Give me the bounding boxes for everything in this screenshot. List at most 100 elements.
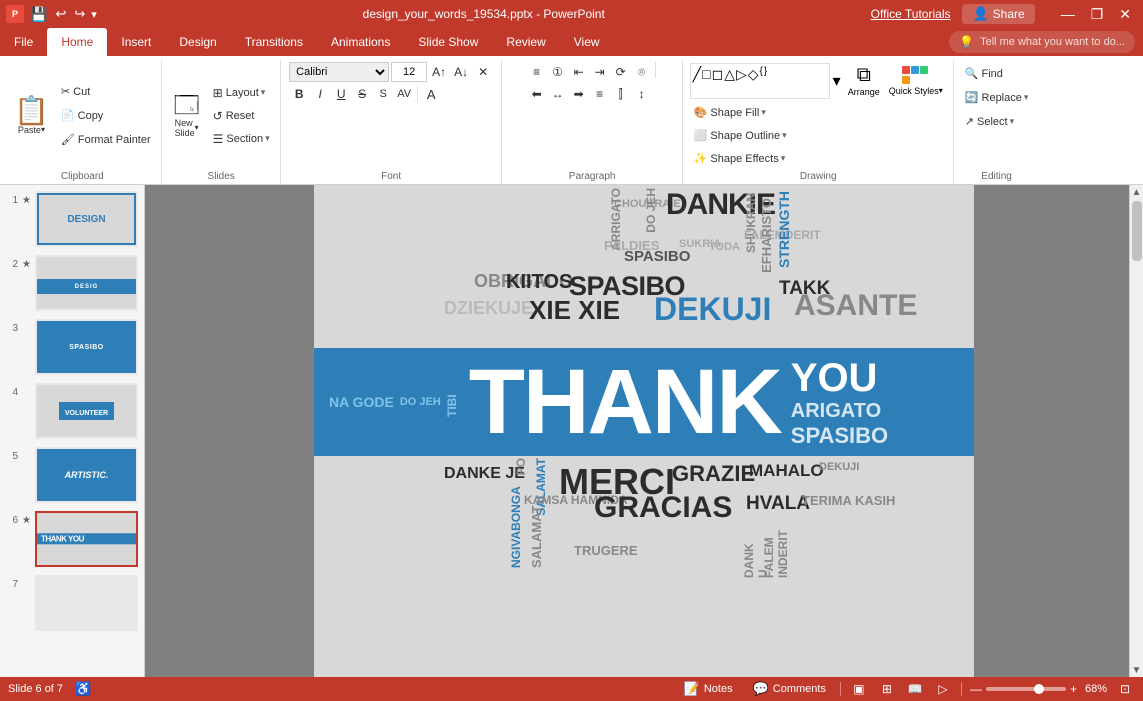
you-word: YOU: [791, 356, 888, 400]
copy-btn[interactable]: 📄 Copy: [57, 105, 155, 127]
replace-btn[interactable]: 🔄 Replace ▾: [961, 86, 1033, 108]
shape-outline-btn[interactable]: ⬜ Shape Outline ▾: [690, 124, 791, 146]
view-slide-sorter-btn[interactable]: ⊞: [877, 679, 897, 699]
scroll-thumb[interactable]: [1132, 201, 1142, 261]
scroll-up-btn[interactable]: ▲: [1130, 185, 1143, 199]
canvas-area: CHOUKRAIE DO JEH ARRIGATO DANKIE SHUKRAN…: [145, 185, 1143, 677]
bullets-btn[interactable]: ≡: [527, 62, 547, 82]
office-tutorials-link[interactable]: Office Tutorials: [871, 7, 951, 21]
find-btn[interactable]: 🔍 Find: [961, 62, 1007, 84]
reset-btn[interactable]: ↺ Reset: [209, 105, 274, 127]
share-btn[interactable]: 👤 Share: [962, 4, 1034, 24]
menu-file[interactable]: File: [0, 28, 47, 56]
fit-to-window-btn[interactable]: ⊡: [1115, 679, 1135, 699]
line-spacing-btn[interactable]: ↕: [632, 84, 652, 104]
increase-font-btn[interactable]: A↑: [429, 62, 449, 82]
menu-slideshow[interactable]: Slide Show: [404, 28, 492, 56]
drawing-label: Drawing: [690, 171, 947, 182]
view-normal-btn[interactable]: ▣: [849, 679, 869, 699]
section-btn[interactable]: ☰ Section ▾: [209, 128, 274, 150]
underline-btn[interactable]: U: [331, 84, 351, 104]
thank-word: THANK: [469, 356, 781, 448]
font-size-input[interactable]: [391, 62, 427, 82]
quick-styles-btn[interactable]: Quick Styles▾: [885, 64, 947, 98]
redo-btn[interactable]: ↪: [72, 6, 87, 22]
slide-thumb-2[interactable]: 2 ★ DESIG: [4, 253, 140, 313]
numbering-btn[interactable]: ①: [548, 62, 568, 82]
new-slide-btn[interactable]: 🗔 NewSlide▾: [169, 92, 205, 140]
paste-btn[interactable]: 📋 Paste▾: [10, 95, 53, 137]
slide-info: Slide 6 of 7: [8, 683, 63, 695]
editing-group: 🔍 Find 🔄 Replace ▾ ↗ Select ▾ Editing: [955, 60, 1039, 184]
cols-btn[interactable]: ⫿: [611, 84, 631, 104]
clipboard-group: 📋 Paste▾ ✂ Cut 📄 Copy 🖌 Format Painter C…: [4, 60, 162, 184]
strikethrough-btn[interactable]: S: [352, 84, 372, 104]
cut-btn[interactable]: ✂ Cut: [57, 81, 155, 103]
view-reading-btn[interactable]: 📖: [905, 679, 925, 699]
notes-btn[interactable]: 📝 Notes: [678, 679, 739, 699]
tell-me-label: Tell me what you want to do...: [980, 36, 1125, 48]
scroll-track[interactable]: [1130, 199, 1143, 663]
slide-thumb-1[interactable]: 1 ★ DESIGN: [4, 189, 140, 249]
text-shadow-btn[interactable]: S: [373, 84, 393, 104]
indent-increase-btn[interactable]: ⇥: [590, 62, 610, 82]
format-painter-btn[interactable]: 🖌 Format Painter: [57, 129, 155, 151]
zoom-control[interactable]: — +: [970, 682, 1077, 696]
font-label: Font: [288, 171, 495, 182]
arrange-btn[interactable]: ⧉ Arrange: [844, 62, 884, 99]
shape-fill-btn[interactable]: 🎨 Shape Fill ▾: [690, 101, 791, 123]
indent-decrease-btn[interactable]: ⇤: [569, 62, 589, 82]
slide-thumb-4[interactable]: 4 ★ VOLUNTEER: [4, 381, 140, 441]
do-jeh: DO JEH: [400, 396, 441, 408]
clear-format-btn[interactable]: ✕: [473, 62, 493, 82]
menu-transitions[interactable]: Transitions: [231, 28, 317, 56]
win-close-btn[interactable]: ✕: [1113, 6, 1137, 23]
shape-effects-btn[interactable]: ✨ Shape Effects ▾: [690, 147, 791, 169]
menu-insert[interactable]: Insert: [107, 28, 165, 56]
status-bar: Slide 6 of 7 ♿ 📝 Notes 💬 Comments ▣ ⊞ 📖 …: [0, 677, 1143, 701]
smartart-btn[interactable]: ⌾: [632, 62, 652, 82]
zoom-percent[interactable]: 68%: [1085, 683, 1107, 695]
undo-btn[interactable]: ↩: [53, 6, 68, 22]
tell-me-input[interactable]: 💡 Tell me what you want to do...: [949, 31, 1135, 53]
italic-btn[interactable]: I: [310, 84, 330, 104]
save-btn[interactable]: 💾: [28, 6, 49, 23]
menu-view[interactable]: View: [560, 28, 614, 56]
paragraph-group: ≡ ① ⇤ ⇥ ⟳ ⌾ ⬅ ↔ ➡ ≡ ⫿ ↕ Paragraph: [503, 60, 683, 184]
menu-home[interactable]: Home: [47, 28, 107, 56]
bold-btn[interactable]: B: [289, 84, 309, 104]
win-minimize-btn[interactable]: —: [1055, 6, 1081, 22]
layout-btn[interactable]: ⊞ Layout ▾: [209, 82, 274, 104]
drawing-group: ╱□◻ △▷◇ {} ▾ ⧉ Arrange: [684, 60, 954, 184]
clipboard-label: Clipboard: [10, 171, 155, 182]
align-left-btn[interactable]: ⬅: [527, 84, 547, 104]
slide-thumb-6[interactable]: 6 ★ THANK YOU: [4, 509, 140, 569]
comments-btn[interactable]: 💬 Comments: [747, 679, 832, 699]
font-color-btn[interactable]: A: [421, 84, 441, 104]
font-family-select[interactable]: Calibri: [289, 62, 389, 82]
slides-label: Slides: [169, 171, 274, 182]
scroll-down-btn[interactable]: ▼: [1130, 663, 1143, 677]
shapes-gallery[interactable]: ╱□◻ △▷◇ {}: [690, 63, 830, 99]
menu-animations[interactable]: Animations: [317, 28, 404, 56]
win-restore-btn[interactable]: ❐: [1085, 6, 1110, 23]
accessibility-icon[interactable]: ♿: [75, 681, 91, 697]
text-direction-btn[interactable]: ⟳: [611, 62, 631, 82]
align-center-btn[interactable]: ↔: [548, 84, 568, 104]
slide-thumb-3[interactable]: 3 ★ SPASIBO: [4, 317, 140, 377]
align-right-btn[interactable]: ➡: [569, 84, 589, 104]
shapes-expand-btn[interactable]: ▾: [831, 69, 843, 93]
menu-review[interactable]: Review: [492, 28, 559, 56]
slide-panel: 1 ★ DESIGN 2 ★ DESIG: [0, 185, 145, 677]
slide-thumb-7[interactable]: 7 ★: [4, 573, 140, 633]
slide-canvas[interactable]: CHOUKRAIE DO JEH ARRIGATO DANKIE SHUKRAN…: [314, 185, 974, 677]
view-slideshow-btn[interactable]: ▷: [933, 679, 953, 699]
select-btn[interactable]: ↗ Select ▾: [961, 110, 1018, 132]
char-space-btn[interactable]: AV: [394, 84, 414, 104]
slide-thumb-5[interactable]: 5 ★ ARTISTIC.: [4, 445, 140, 505]
decrease-font-btn[interactable]: A↓: [451, 62, 471, 82]
menu-design[interactable]: Design: [165, 28, 230, 56]
tibi-vert: TIBI: [445, 387, 459, 417]
customize-btn[interactable]: ▾: [91, 8, 97, 21]
align-justify-btn[interactable]: ≡: [590, 84, 610, 104]
